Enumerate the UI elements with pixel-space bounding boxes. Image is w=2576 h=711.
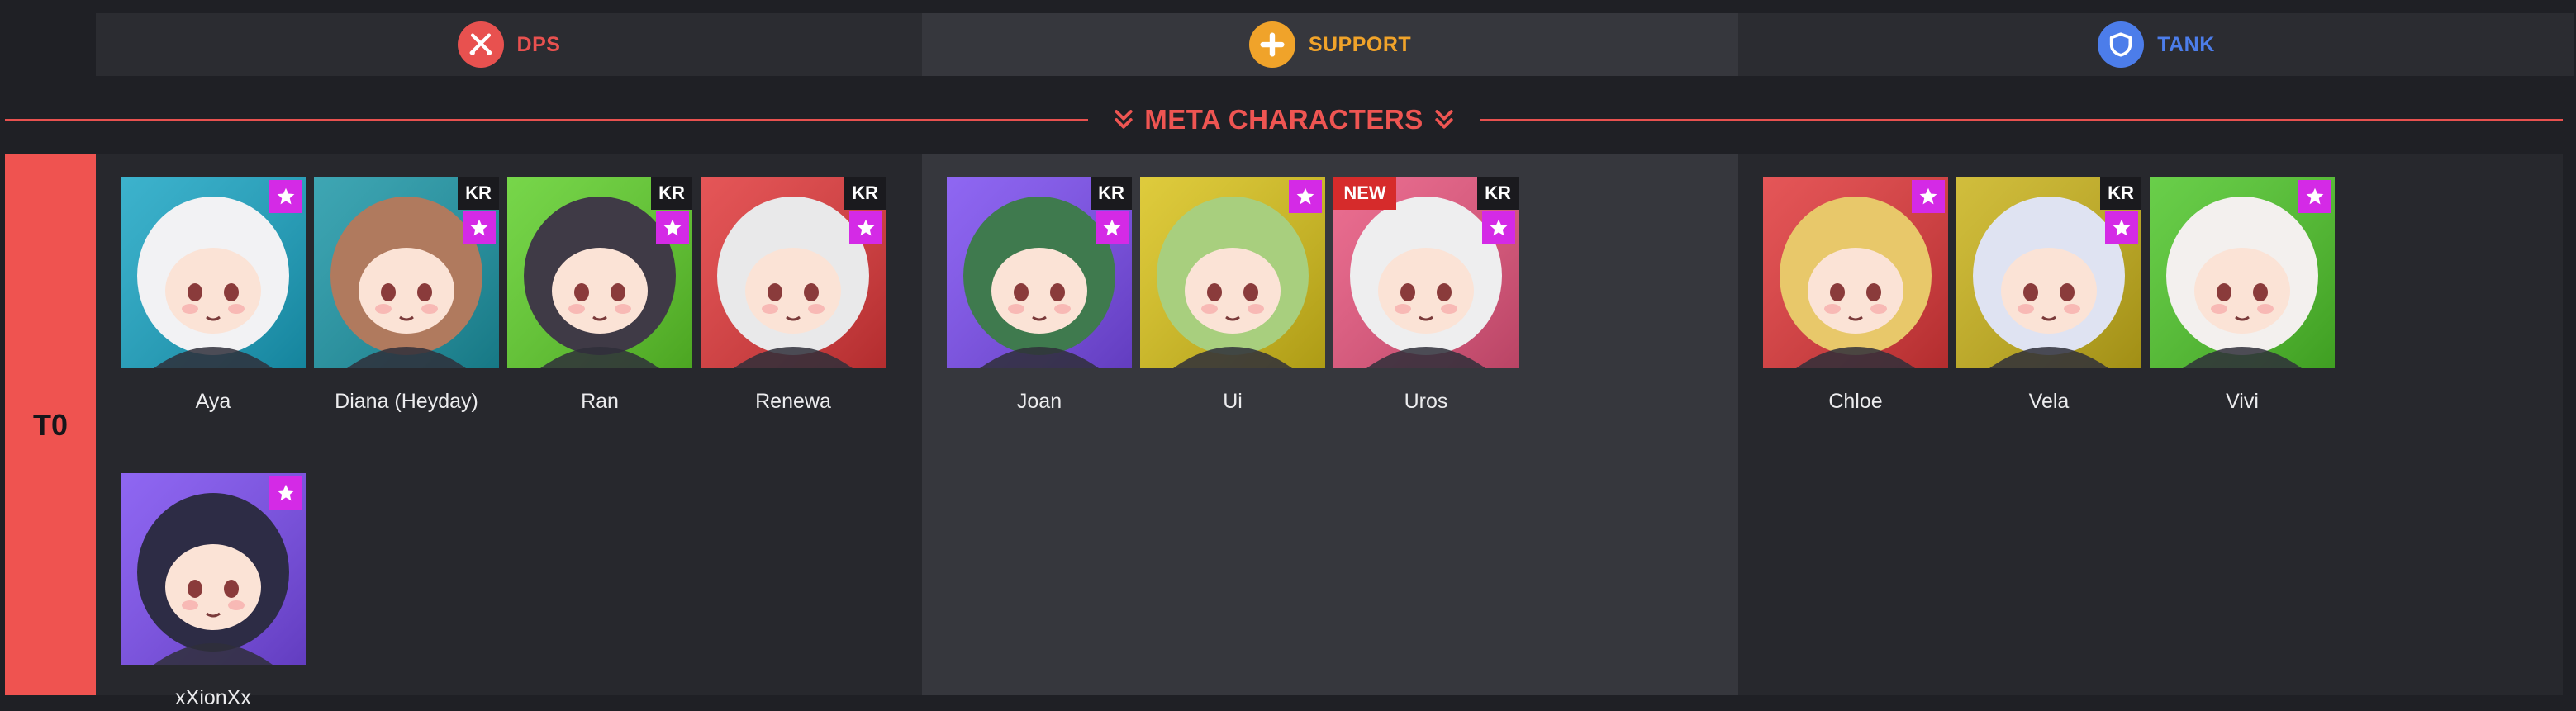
support-column: KR Joan Ui NEW KR Uros xyxy=(922,154,1738,695)
star-icon xyxy=(1096,211,1129,244)
character-portrait[interactable]: KR xyxy=(507,177,692,368)
character-card[interactable]: KR Joan xyxy=(947,177,1132,414)
character-card[interactable]: Aya xyxy=(121,177,306,414)
star-icon xyxy=(2105,211,2138,244)
star-icon xyxy=(2298,180,2331,213)
character-card[interactable]: NEW KR Uros xyxy=(1333,177,1519,414)
character-grid: KR Joan Ui NEW KR Uros xyxy=(947,177,1712,414)
tier-label-text: T0 xyxy=(32,407,68,442)
character-portrait[interactable]: KR xyxy=(314,177,499,368)
star-icon xyxy=(269,180,302,213)
tank-column: Chloe KR Vela Vivi xyxy=(1738,154,2563,695)
character-name: Renewa xyxy=(755,390,831,413)
meta-title: META CHARACTERS xyxy=(1088,104,1479,135)
character-name: xXionXx xyxy=(175,686,251,709)
star-icon xyxy=(656,211,689,244)
star-icon xyxy=(1912,180,1945,213)
character-card[interactable]: Vivi xyxy=(2150,177,2335,414)
tab-dps[interactable]: DPS xyxy=(96,13,922,76)
character-portrait[interactable]: KR xyxy=(701,177,886,368)
tab-dps-label: DPS xyxy=(516,32,561,56)
character-card[interactable]: KR Ran xyxy=(507,177,692,414)
character-name: Ran xyxy=(581,390,619,413)
character-portrait[interactable] xyxy=(121,177,306,368)
meta-title-text: META CHARACTERS xyxy=(1144,104,1423,135)
character-card[interactable]: xXionXx xyxy=(121,473,306,710)
character-name: Chloe xyxy=(1828,390,1883,413)
tab-support-label: SUPPORT xyxy=(1308,32,1412,56)
dps-column: Aya KR Diana (Heyday) KR Ran KR Renewa xXionXx xyxy=(96,154,922,709)
character-name: Vela xyxy=(2028,390,2070,413)
character-card[interactable]: Chloe xyxy=(1763,177,1948,414)
character-portrait[interactable] xyxy=(2150,177,2335,368)
character-grid: Aya KR Diana (Heyday) KR Ran KR Renewa xXionXx xyxy=(121,177,886,710)
kr-badge: KR xyxy=(1091,177,1132,210)
tab-tank[interactable]: TANK xyxy=(1738,13,2574,76)
character-grid: Chloe KR Vela Vivi xyxy=(1763,177,2528,414)
plus-cross-icon xyxy=(1248,21,1295,68)
tab-support[interactable]: SUPPORT xyxy=(922,13,1738,76)
divider-line xyxy=(5,118,1089,121)
divider-line xyxy=(1479,118,2564,121)
character-name: Vivi xyxy=(2226,390,2259,413)
star-icon xyxy=(1482,211,1515,244)
character-portrait[interactable] xyxy=(1763,177,1948,368)
meta-heading: META CHARACTERS xyxy=(5,100,2564,140)
character-portrait[interactable] xyxy=(121,473,306,665)
character-name: Diana (Heyday) xyxy=(335,390,478,413)
shield-icon xyxy=(2098,21,2145,68)
character-card[interactable]: KR Renewa xyxy=(701,177,886,414)
tab-tank-label: TANK xyxy=(2157,32,2215,56)
double-chevron-down-icon xyxy=(1115,110,1133,129)
kr-badge: KR xyxy=(651,177,692,210)
tier-label: T0 xyxy=(5,154,96,695)
character-card[interactable]: KR Diana (Heyday) xyxy=(314,177,499,414)
star-icon xyxy=(849,211,882,244)
character-card[interactable]: Ui xyxy=(1140,177,1325,414)
character-portrait[interactable]: KR xyxy=(1956,177,2141,368)
new-badge: NEW xyxy=(1333,177,1396,210)
star-icon xyxy=(269,476,302,510)
swords-icon xyxy=(457,21,504,68)
character-name: Aya xyxy=(195,390,231,413)
character-card[interactable]: KR Vela xyxy=(1956,177,2141,414)
character-name: Joan xyxy=(1016,390,1062,413)
character-portrait[interactable]: KR xyxy=(947,177,1132,368)
star-icon xyxy=(463,211,496,244)
role-tabs: DPS SUPPORT TANK xyxy=(96,13,2574,76)
character-name: Ui xyxy=(1223,390,1243,413)
double-chevron-down-icon xyxy=(1435,110,1453,129)
kr-badge: KR xyxy=(458,177,499,210)
character-portrait[interactable] xyxy=(1140,177,1325,368)
star-icon xyxy=(1289,180,1322,213)
character-portrait[interactable]: NEW KR xyxy=(1333,177,1519,368)
kr-badge: KR xyxy=(1477,177,1519,210)
kr-badge: KR xyxy=(844,177,886,210)
kr-badge: KR xyxy=(2100,177,2141,210)
character-name: Uros xyxy=(1404,390,1448,413)
